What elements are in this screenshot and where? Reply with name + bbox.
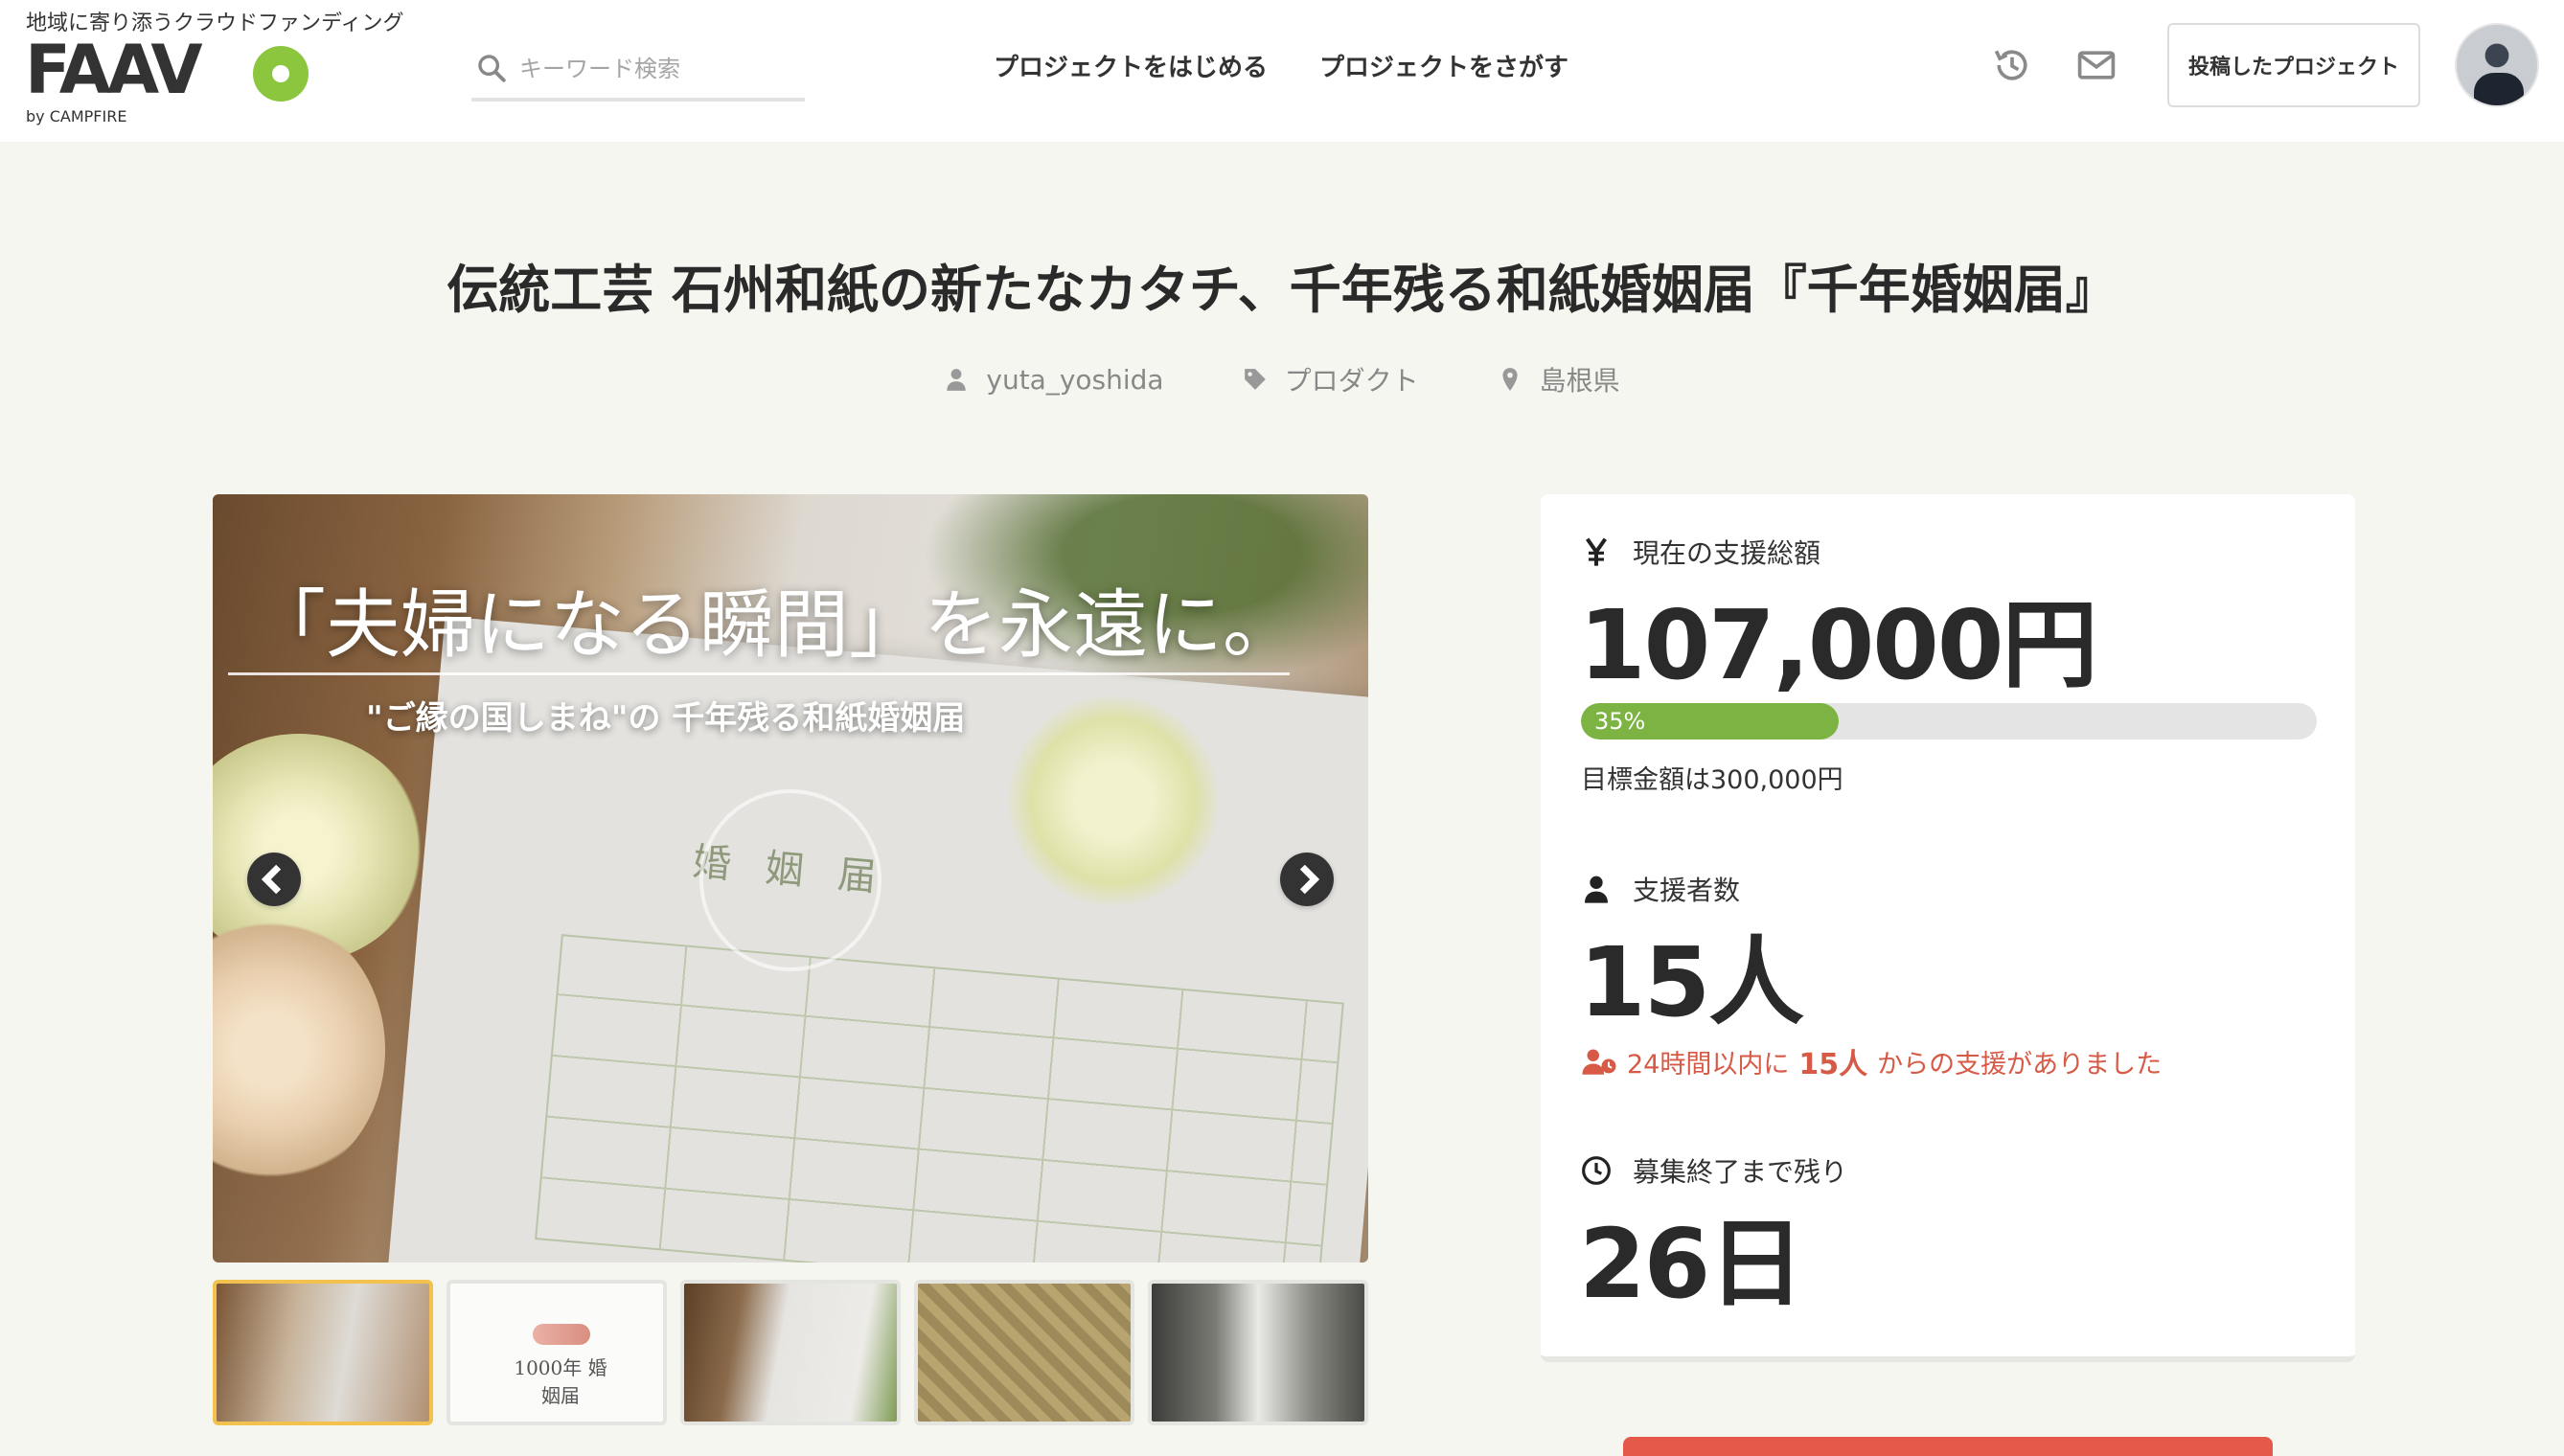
user-icon bbox=[1585, 876, 1608, 903]
slider-thumbnails: 1000年 婚姻届 bbox=[213, 1280, 1368, 1425]
nav-start-project[interactable]: プロジェクトをはじめる bbox=[994, 48, 1268, 83]
mail-icon[interactable] bbox=[2075, 44, 2118, 86]
slider-next-button[interactable] bbox=[1280, 853, 1334, 906]
total-amount-label-text: 現在の支援総額 bbox=[1633, 537, 1821, 569]
project-title: 伝統工芸 石州和紙の新たなカタチ、千年残る和紙婚姻届『千年婚姻届』 bbox=[446, 260, 2118, 320]
search-input[interactable] bbox=[519, 50, 797, 88]
goal-amount: 目標金額は300,000円 bbox=[1581, 765, 1843, 795]
thumbnail-2[interactable]: 1000年 婚姻届 bbox=[446, 1280, 667, 1425]
site-header: 地域に寄り添うクラウドファンディング FAAV by CAMPFIRE プロジェ… bbox=[0, 0, 2564, 142]
project-meta: yuta_yoshida プロダクト 島根県 bbox=[0, 360, 2564, 398]
recent-prefix: 24時間以内に bbox=[1627, 1049, 1790, 1080]
support-project-button[interactable] bbox=[1623, 1437, 2273, 1456]
play-ring-icon bbox=[699, 789, 881, 971]
user-icon bbox=[947, 369, 967, 391]
logo-wordmark: FAAV bbox=[25, 31, 203, 109]
funding-stats-card: 現在の支援総額 107,000円 35% 目標金額は300,000円 支援者数 … bbox=[1541, 494, 2355, 1362]
project-location[interactable]: 島根県 bbox=[1498, 360, 1620, 398]
author-name: yuta_yoshida bbox=[986, 363, 1164, 396]
logo-dot-icon bbox=[253, 46, 309, 102]
project-author[interactable]: yuta_yoshida bbox=[944, 360, 1164, 398]
supporters-value: 15人 bbox=[1579, 926, 1804, 1038]
search-icon bbox=[478, 55, 506, 82]
thumbnail-1[interactable] bbox=[213, 1280, 433, 1425]
remaining-label: 募集終了まで残り bbox=[1581, 1151, 1847, 1190]
faavo-logo[interactable]: FAAV bbox=[25, 36, 312, 109]
recent-count: 15人 bbox=[1798, 1048, 1868, 1081]
chevron-left-icon bbox=[247, 853, 301, 906]
supporters-label: 支援者数 bbox=[1581, 870, 1740, 908]
slide-divider bbox=[228, 672, 1290, 675]
thumbnail-4[interactable] bbox=[914, 1280, 1134, 1425]
project-category[interactable]: プロダクト bbox=[1243, 360, 1419, 398]
category-name: プロダクト bbox=[1284, 365, 1419, 397]
logo-dots bbox=[533, 1324, 590, 1345]
nav-find-project[interactable]: プロジェクトをさがす bbox=[1319, 48, 1568, 83]
slider-prev-button[interactable] bbox=[247, 853, 301, 906]
chevron-right-icon bbox=[1280, 853, 1334, 906]
total-amount-label: 現在の支援総額 bbox=[1581, 533, 1820, 571]
funding-progress-bar: 35% bbox=[1581, 703, 2317, 739]
history-icon[interactable] bbox=[1991, 44, 2033, 86]
map-pin-icon bbox=[1502, 368, 1518, 391]
thumbnail-3[interactable] bbox=[680, 1280, 901, 1425]
remaining-label-text: 募集終了まで残り bbox=[1633, 1156, 1848, 1188]
paper-grid bbox=[535, 934, 1344, 1263]
slide-heading: 「夫婦になる瞬間」を永遠に。 bbox=[251, 582, 1298, 669]
clock-icon bbox=[1582, 1156, 1611, 1185]
tag-icon bbox=[1244, 369, 1266, 390]
logo-byline: by CAMPFIRE bbox=[26, 107, 127, 125]
progress-fill: 35% bbox=[1581, 703, 1839, 739]
recent-suffix: からの支援がありました bbox=[1877, 1049, 2163, 1080]
thumbnail-5[interactable] bbox=[1148, 1280, 1368, 1425]
user-avatar[interactable] bbox=[2455, 23, 2539, 107]
search-box bbox=[471, 44, 805, 102]
yen-icon bbox=[1586, 537, 1607, 566]
remaining-value: 26日 bbox=[1579, 1208, 1804, 1320]
rose-decoration bbox=[213, 916, 385, 1184]
thumbnail-logo-text: 1000年 婚姻届 bbox=[514, 1356, 607, 1407]
project-image-slider[interactable]: 婚姻届 「夫婦になる瞬間」を永遠に。 "ご縁の国しまね"の 千年残る和紙婚姻届 bbox=[213, 494, 1368, 1263]
recent-support-notice: 24時間以内に 15人 からの支援がありました bbox=[1581, 1040, 2162, 1082]
user-clock-icon bbox=[1582, 1049, 1616, 1075]
slide-subheading: "ご縁の国しまね"の 千年残る和紙婚姻届 bbox=[366, 699, 966, 738]
supporters-label-text: 支援者数 bbox=[1633, 875, 1741, 906]
total-amount-value: 107,000円 bbox=[1579, 589, 2097, 701]
tulip-decoration bbox=[1008, 695, 1219, 906]
posted-projects-button[interactable]: 投稿したプロジェクト bbox=[2167, 23, 2420, 107]
location-name: 島根県 bbox=[1539, 365, 1620, 397]
